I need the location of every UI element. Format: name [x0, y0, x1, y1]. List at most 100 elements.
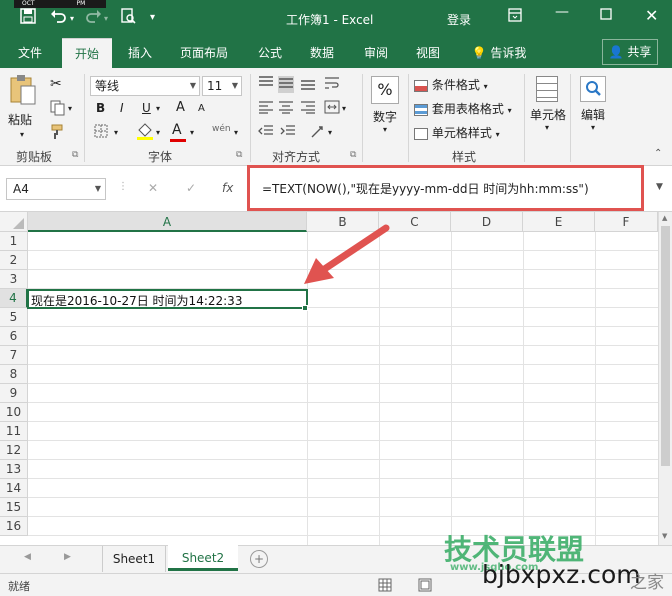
font-name-dropdown[interactable]: 等线 ▼ [90, 76, 200, 96]
font-color-dropdown-icon[interactable]: ▾ [190, 128, 194, 137]
tab-review[interactable]: 审阅 [354, 38, 398, 68]
tab-home[interactable]: 开始 [62, 38, 112, 68]
expand-formula-bar-icon[interactable]: ▼ [656, 182, 663, 192]
fill-color-dropdown-icon[interactable]: ▾ [156, 128, 160, 137]
format-painter-icon[interactable] [50, 124, 66, 143]
font-color-button[interactable]: A [170, 122, 186, 142]
page-layout-view-icon[interactable] [418, 578, 432, 595]
row-header-3[interactable]: 3 [0, 270, 28, 289]
cancel-icon[interactable]: ✕ [148, 181, 158, 195]
align-right-icon[interactable] [300, 100, 316, 117]
normal-view-icon[interactable] [378, 578, 392, 595]
copy-icon[interactable] [50, 100, 66, 119]
undo-icon[interactable] [50, 8, 68, 28]
orientation-icon[interactable] [310, 124, 326, 141]
vertical-scrollbar[interactable]: ▲ ▼ [658, 212, 672, 545]
row-header-13[interactable]: 13 [0, 460, 28, 479]
phonetic-dropdown-icon[interactable]: ▾ [234, 128, 238, 137]
enter-icon[interactable]: ✓ [186, 181, 196, 195]
formula-bar-grip-icon[interactable]: ⋮ [118, 181, 128, 192]
fill-handle[interactable] [302, 305, 308, 311]
scroll-down-icon[interactable]: ▼ [662, 532, 667, 540]
collapse-ribbon-icon[interactable]: ⌃ [654, 148, 662, 159]
editing-button[interactable]: 编辑 ▾ [576, 76, 610, 132]
align-top-icon[interactable] [258, 76, 274, 93]
redo-dropdown-icon[interactable]: ▾ [104, 14, 108, 23]
tab-view[interactable]: 视图 [406, 38, 450, 68]
align-left-icon[interactable] [258, 100, 274, 117]
merge-center-icon[interactable] [324, 100, 340, 117]
row-header-2[interactable]: 2 [0, 251, 28, 270]
scroll-up-icon[interactable]: ▲ [662, 214, 667, 222]
column-header-d[interactable]: D [451, 212, 523, 232]
column-header-e[interactable]: E [523, 212, 595, 232]
copy-dropdown-icon[interactable]: ▾ [68, 104, 72, 113]
row-header-7[interactable]: 7 [0, 346, 28, 365]
format-as-table-button[interactable]: 套用表格格式 ▾ [414, 100, 512, 117]
cell-styles-button[interactable]: 单元格样式 ▾ [414, 124, 500, 141]
insert-function-icon[interactable]: fx [222, 181, 233, 195]
row-header-6[interactable]: 6 [0, 327, 28, 346]
row-header-14[interactable]: 14 [0, 479, 28, 498]
font-grow-button[interactable]: A [176, 100, 185, 115]
share-button[interactable]: 👤 共享 [602, 39, 658, 65]
increase-indent-icon[interactable] [280, 124, 296, 141]
column-header-f[interactable]: F [595, 212, 658, 232]
border-icon[interactable] [94, 124, 108, 141]
maximize-icon[interactable] [600, 8, 612, 24]
sheet-tab-sheet1[interactable]: Sheet1 [102, 546, 166, 572]
font-size-dropdown[interactable]: 11 ▼ [202, 76, 242, 96]
row-header-1[interactable]: 1 [0, 232, 28, 251]
cut-icon[interactable]: ✂ [50, 76, 62, 92]
ribbon-display-icon[interactable] [508, 8, 522, 26]
row-header-16[interactable]: 16 [0, 517, 28, 536]
tab-formulas[interactable]: 公式 [248, 38, 292, 68]
font-launcher-icon[interactable]: ⧉ [236, 150, 242, 160]
close-icon[interactable]: ✕ [645, 6, 658, 25]
number-format-button[interactable]: % 数字 ▾ [368, 76, 402, 134]
print-preview-icon[interactable] [120, 8, 136, 28]
scroll-sheets-left-icon[interactable]: ◀ [24, 552, 31, 562]
row-header-15[interactable]: 15 [0, 498, 28, 517]
undo-dropdown-icon[interactable]: ▾ [70, 14, 74, 23]
row-header-4[interactable]: 4 [0, 289, 28, 308]
row-header-5[interactable]: 5 [0, 308, 28, 327]
underline-dropdown-icon[interactable]: ▾ [156, 104, 160, 113]
border-dropdown-icon[interactable]: ▾ [114, 128, 118, 137]
new-sheet-button[interactable]: + [250, 550, 268, 568]
tab-file[interactable]: 文件 [6, 38, 54, 68]
underline-button[interactable]: U [142, 101, 151, 115]
fill-color-icon[interactable] [136, 122, 154, 143]
paste-dropdown-icon[interactable]: ▾ [20, 130, 24, 139]
row-header-10[interactable]: 10 [0, 403, 28, 422]
login-link[interactable]: 登录 [447, 11, 471, 28]
redo-icon[interactable] [84, 8, 102, 28]
font-shrink-button[interactable]: A [198, 103, 205, 114]
italic-button[interactable]: I [120, 101, 124, 115]
bold-button[interactable]: B [96, 101, 105, 115]
tab-page-layout[interactable]: 页面布局 [172, 38, 236, 68]
align-middle-icon[interactable] [278, 76, 294, 93]
tab-insert[interactable]: 插入 [118, 38, 162, 68]
align-center-icon[interactable] [278, 100, 294, 117]
scroll-thumb[interactable] [661, 226, 670, 466]
alignment-launcher-icon[interactable]: ⧉ [350, 150, 356, 160]
row-header-12[interactable]: 12 [0, 441, 28, 460]
save-icon[interactable] [20, 8, 36, 28]
align-bottom-icon[interactable] [300, 76, 316, 93]
phonetic-button[interactable]: wén [212, 124, 231, 134]
tab-data[interactable]: 数据 [300, 38, 344, 68]
name-box[interactable]: A4 ▼ [6, 178, 106, 200]
decrease-indent-icon[interactable] [258, 124, 274, 141]
conditional-format-button[interactable]: 条件格式 ▾ [414, 76, 488, 93]
orientation-dropdown-icon[interactable]: ▾ [328, 128, 332, 137]
row-header-11[interactable]: 11 [0, 422, 28, 441]
column-header-a[interactable]: A [28, 212, 307, 232]
paste-button[interactable]: 粘贴 [8, 74, 42, 134]
scroll-sheets-right-icon[interactable]: ▶ [64, 552, 71, 562]
minimize-icon[interactable]: — [555, 4, 569, 20]
wrap-text-icon[interactable] [324, 76, 340, 93]
clipboard-launcher-icon[interactable]: ⧉ [72, 150, 78, 160]
sheet-tab-sheet2[interactable]: Sheet2 [168, 545, 238, 571]
customize-qat-icon[interactable]: ▾ [150, 12, 155, 23]
